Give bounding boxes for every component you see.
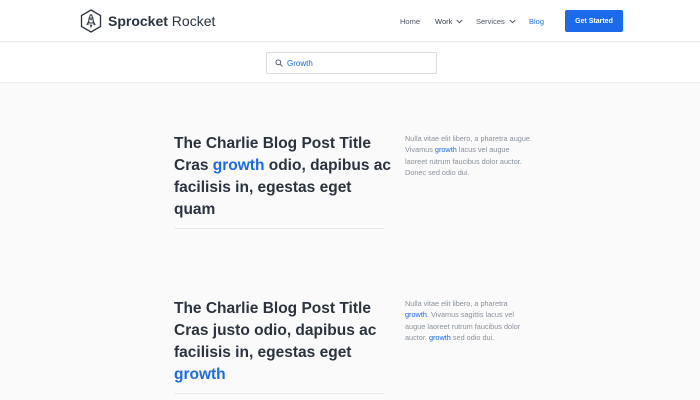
nav-blog[interactable]: Blog (529, 0, 544, 42)
rocket-logo-icon (80, 9, 102, 33)
nav-work[interactable]: Work (435, 0, 463, 42)
nav-home[interactable]: Home (400, 0, 420, 42)
search-field[interactable] (266, 52, 437, 74)
post-excerpt: Nulla vitae elit libero, a pharetra augu… (405, 134, 532, 177)
brand-name: Sprocket Rocket (108, 13, 216, 29)
search-input[interactable] (287, 58, 427, 68)
search-highlight: growth (428, 332, 451, 342)
site-header: Sprocket Rocket Home Work Services Blog … (0, 0, 700, 42)
get-started-button[interactable]: Get Started (565, 10, 623, 32)
divider (174, 393, 384, 394)
chevron-down-icon (456, 19, 463, 23)
nav-services[interactable]: Services (476, 0, 516, 42)
divider (174, 228, 384, 229)
chevron-down-icon (509, 19, 516, 23)
post-excerpt: Nulla vitae elit libero, a pharetra grow… (405, 299, 521, 342)
search-highlight: growth (434, 145, 457, 155)
search-bar (0, 43, 700, 83)
search-highlight: growth (405, 310, 427, 320)
search-icon (275, 59, 283, 67)
post-title[interactable]: The Charlie Blog Post Title Cras growth … (174, 133, 392, 221)
search-highlight: growth (212, 157, 265, 174)
post-title[interactable]: The Charlie Blog Post Title Cras justo o… (174, 298, 392, 386)
brand-logo[interactable]: Sprocket Rocket (80, 9, 215, 33)
search-highlight: growth (174, 366, 226, 383)
